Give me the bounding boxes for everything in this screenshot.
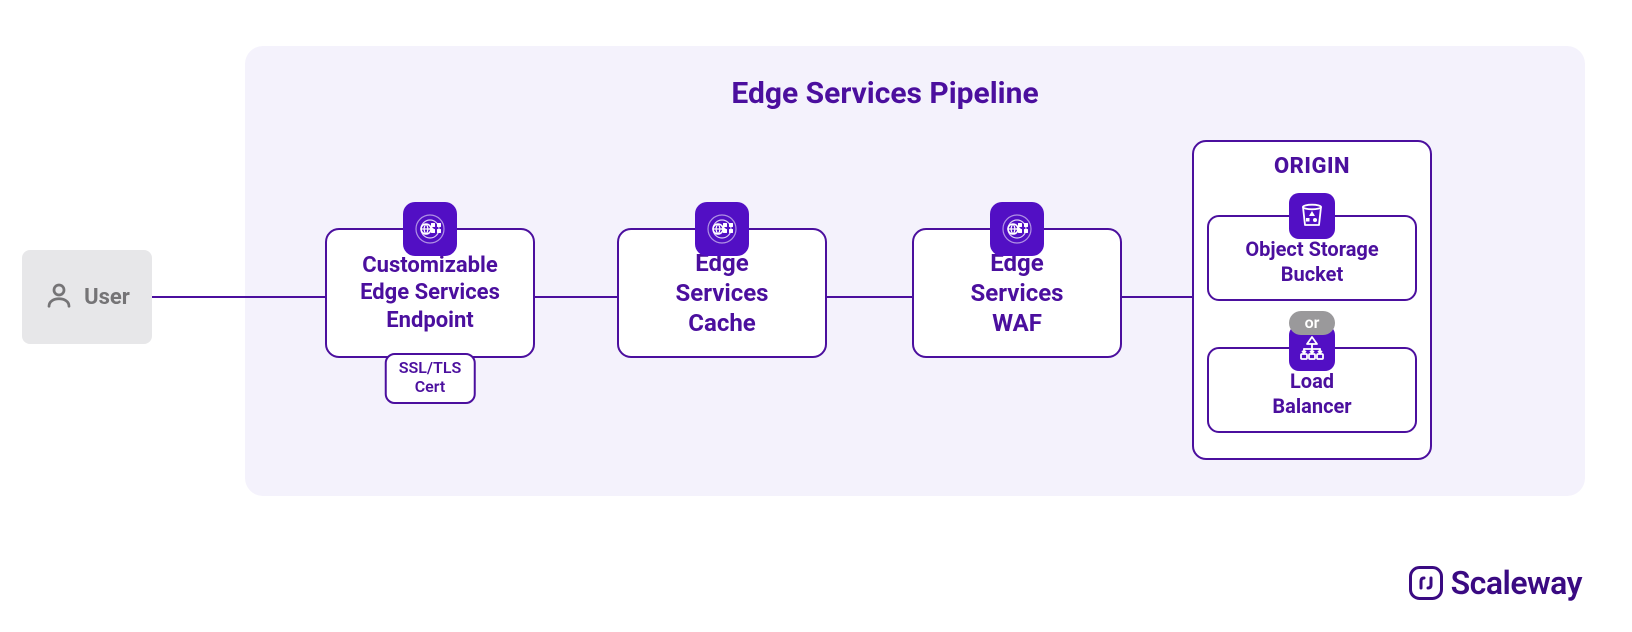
cache-label: Edge Services Cache (675, 248, 768, 338)
endpoint-stage: Customizable Edge Services Endpoint SSL/… (325, 228, 535, 358)
edge-services-icon (990, 202, 1044, 256)
text-line: Edge Services (360, 279, 500, 307)
object-storage-icon (1289, 193, 1335, 239)
text-line: Endpoint (360, 307, 500, 335)
connector-line (535, 296, 617, 298)
brand-name: Scaleway (1451, 564, 1582, 602)
text-line: Cert (399, 378, 462, 396)
pipeline-title: Edge Services Pipeline (245, 76, 1525, 111)
origin-object-storage: Object Storage Bucket (1207, 215, 1417, 301)
text-line: WAF (970, 308, 1063, 338)
load-balancer-label: Load Balancer (1217, 369, 1407, 419)
user-box: User (22, 250, 152, 344)
scaleway-logo-icon (1409, 566, 1443, 600)
connector-line (152, 296, 325, 298)
connector-line (1122, 296, 1192, 298)
waf-label: Edge Services WAF (970, 248, 1063, 338)
brand: Scaleway (0, 564, 1582, 602)
or-pill: or (1289, 311, 1336, 335)
edge-services-icon (695, 202, 749, 256)
ssl-cert-badge: SSL/TLS Cert (385, 353, 476, 404)
origin-box: ORIGIN Object Storage Bucket or (1192, 140, 1432, 460)
text-line: Services (970, 278, 1063, 308)
edge-services-icon (403, 202, 457, 256)
user-label: User (84, 285, 130, 310)
object-storage-label: Object Storage Bucket (1217, 237, 1407, 287)
text-line: Bucket (1217, 262, 1407, 287)
text-line: Services (675, 278, 768, 308)
origin-title: ORIGIN (1274, 154, 1350, 179)
origin-load-balancer: Load Balancer (1207, 347, 1417, 433)
text-line: SSL/TLS (399, 359, 462, 377)
connector-line (827, 296, 912, 298)
cache-stage: Edge Services Cache (617, 228, 827, 358)
text-line: Object Storage (1217, 237, 1407, 262)
text-line: Cache (675, 308, 768, 338)
user-icon (44, 280, 74, 314)
endpoint-label: Customizable Edge Services Endpoint (360, 252, 500, 335)
text-line: Balancer (1217, 394, 1407, 419)
waf-stage: Edge Services WAF (912, 228, 1122, 358)
text-line: Load (1217, 369, 1407, 394)
